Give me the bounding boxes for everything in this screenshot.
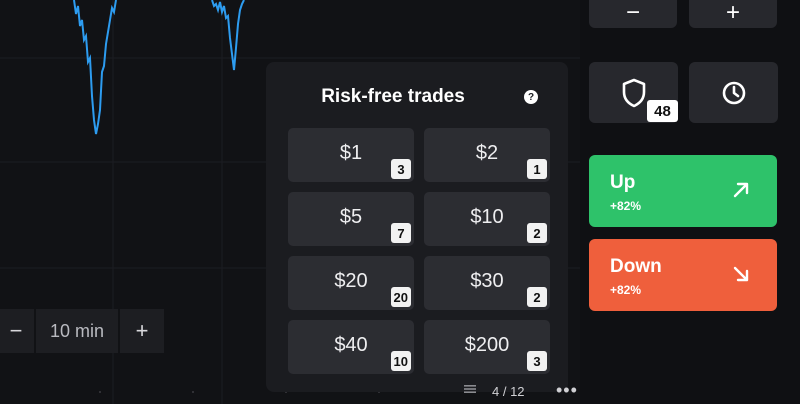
amount-label: $30 (470, 269, 504, 292)
axis-tick (99, 391, 101, 393)
amount-label: $40 (334, 333, 368, 356)
amount-button-20[interactable]: $20 20 (288, 256, 414, 310)
amount-label: $5 (339, 205, 363, 228)
amount-button-5[interactable]: $5 7 (288, 192, 414, 246)
timeframe-control: − 10 min + (0, 309, 164, 353)
amount-button-2[interactable]: $2 1 (424, 128, 550, 182)
help-icon[interactable]: ? (524, 90, 538, 104)
amount-label: $1 (339, 141, 363, 164)
up-payout: +82% (610, 199, 642, 213)
arrow-down-right-icon (733, 266, 749, 282)
up-button[interactable]: Up +82% (589, 155, 777, 227)
count-badge: 10 (390, 351, 411, 371)
amount-label: $200 (464, 333, 510, 356)
count-badge: 3 (391, 159, 411, 179)
count-badge: 7 (391, 223, 411, 243)
up-label: Up (610, 172, 636, 193)
more-options-icon[interactable]: ••• (556, 380, 578, 401)
amount-label: $2 (475, 141, 499, 164)
shield-count-badge: 48 (647, 100, 678, 122)
arrow-up-right-icon (733, 182, 749, 198)
count-badge: 2 (527, 223, 547, 243)
amount-label: $10 (470, 205, 504, 228)
axis-tick (192, 391, 194, 393)
list-icon[interactable] (464, 384, 476, 394)
amount-label: $20 (334, 269, 368, 292)
amount-button-1[interactable]: $1 3 (288, 128, 414, 182)
count-badge: 3 (527, 351, 547, 371)
amount-button-40[interactable]: $40 10 (288, 320, 414, 374)
expiry-time-button[interactable] (689, 62, 778, 123)
timeframe-value[interactable]: 10 min (36, 309, 118, 353)
panel-title: Risk-free trades (321, 86, 465, 107)
amount-button-10[interactable]: $10 2 (424, 192, 550, 246)
down-label: Down (610, 256, 662, 277)
clock-icon (722, 81, 745, 104)
increase-amount-button[interactable]: + (689, 0, 777, 28)
shield-icon (622, 78, 645, 107)
amount-grid: $1 3 $2 1 $5 7 $10 2 $20 20 $30 2 $40 10… (288, 128, 550, 374)
page-indicator: 4 / 12 (492, 384, 525, 399)
risk-free-panel: Risk-free trades ? $1 3 $2 1 $5 7 $10 2 … (266, 62, 568, 392)
timeframe-increase-button[interactable]: + (120, 309, 164, 353)
amount-button-30[interactable]: $30 2 (424, 256, 550, 310)
down-payout: +82% (610, 283, 642, 297)
count-badge: 20 (390, 287, 411, 307)
decrease-amount-button[interactable]: − (589, 0, 677, 28)
count-badge: 2 (527, 287, 547, 307)
timeframe-decrease-button[interactable]: − (0, 309, 34, 353)
down-button[interactable]: Down +82% (589, 239, 777, 311)
count-badge: 1 (527, 159, 547, 179)
amount-button-200[interactable]: $200 3 (424, 320, 550, 374)
